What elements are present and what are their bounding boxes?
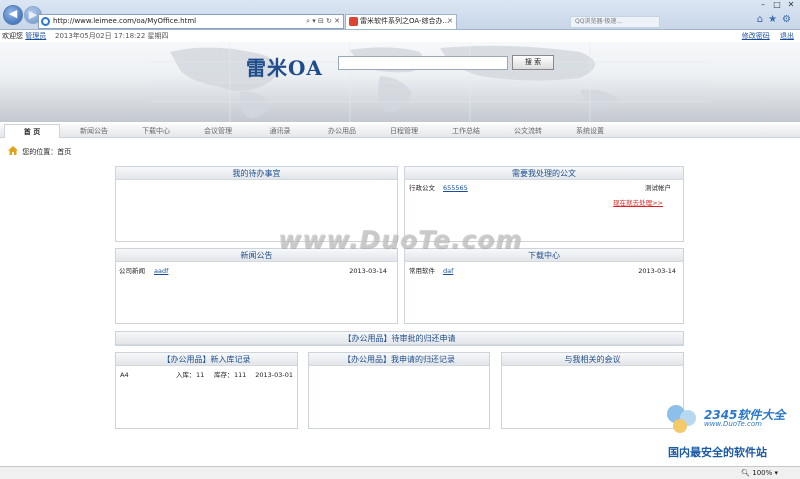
stock-panel-title: 【办公用品】新入库记录 (116, 353, 297, 366)
stock-in-value: 11 (196, 371, 205, 379)
browser-status-bar: 🔍︎ 100% ▾ (0, 466, 800, 479)
stock-item-name: A4 (120, 371, 129, 379)
current-datetime: 2013年05月02日 17:18:22 星期四 (55, 32, 169, 40)
pending-returns-panel: 【办公用品】待审批的归还申请 (115, 331, 684, 346)
address-tools-icon[interactable]: ⌕ ▾ ⊟ ↻ ✕ (306, 15, 340, 28)
location-label: 您的位置： (22, 148, 58, 156)
close-window-icon[interactable]: ✕ (784, 0, 798, 10)
breadcrumb: 您的位置：首页 (8, 146, 71, 157)
favorites-icon[interactable]: ★ (768, 14, 782, 25)
app-logo: 雷米OA (246, 56, 323, 80)
nav-meeting[interactable]: 会议管理 (190, 124, 246, 138)
welcome-area: 欢迎您 管理员 (2, 30, 46, 42)
download-site-badge: 2345软件大全 www.DuoTe.com 国内最安全的软件站 (660, 396, 800, 460)
download-item-link[interactable]: daf (443, 267, 453, 276)
stock-date: 2013-03-01 (255, 371, 293, 379)
minimize-icon[interactable]: – (756, 0, 770, 10)
zoom-level[interactable]: 🔍︎ 100% ▾ (741, 467, 778, 479)
change-password-link[interactable]: 修改密码 (742, 32, 770, 40)
document-owner: 测试帐户 (645, 184, 671, 192)
browser-toolbar-icons: ⌂★⚙ (757, 14, 796, 25)
news-item-link[interactable]: aadf (154, 267, 168, 276)
home-browser-icon[interactable]: ⌂ (757, 14, 768, 25)
news-category: 公司新闻 (119, 267, 145, 275)
tab-close-icon[interactable]: ✕ (447, 15, 453, 28)
stock-label: 库存： (214, 371, 234, 379)
window-controls: – □ ✕ (756, 0, 798, 12)
back-button[interactable]: ◀ (3, 5, 23, 25)
pending-returns-title: 【办公用品】待审批的归还申请 (116, 332, 683, 345)
browser-tab-active[interactable]: 雷米软件系列之OA-综合办... ✕ (345, 14, 457, 29)
zoom-icon: 🔍︎ (741, 469, 750, 477)
location-current: 首页 (57, 148, 72, 156)
settings-gear-icon[interactable]: ⚙ (782, 14, 796, 25)
nav-home[interactable]: 首 页 (4, 124, 60, 138)
home-icon (8, 146, 18, 155)
tab-title: 雷米软件系列之OA-综合办... (360, 17, 450, 25)
stock-in-label: 入库： (176, 371, 196, 379)
balloon-logo-icon (667, 405, 696, 433)
search-button[interactable]: 搜 索 (512, 55, 554, 70)
news-panel: 新闻公告 公司新闻 aadf 2013-03-14 (115, 248, 398, 324)
nav-download[interactable]: 下载中心 (128, 124, 184, 138)
process-now-link[interactable]: 现在就去处理>> (613, 199, 663, 208)
nav-news[interactable]: 新闻公告 (66, 124, 122, 138)
download-date: 2013-03-14 (638, 267, 676, 275)
tab-favicon-icon (349, 17, 358, 26)
my-returns-title: 【办公用品】我申请的归还记录 (309, 353, 489, 366)
document-code-link[interactable]: 655565 (443, 184, 468, 193)
search-input[interactable] (338, 56, 508, 70)
my-returns-panel: 【办公用品】我申请的归还记录 (308, 352, 490, 429)
document-category: 行政公文 (409, 184, 435, 192)
address-bar[interactable]: http://www.leimee.com/oa/MyOffice.html ⌕… (38, 14, 344, 29)
documents-panel-title: 需要我处理的公文 (405, 167, 683, 180)
download-category: 常用软件 (409, 267, 435, 275)
browser-chrome: ◀ ▶ http://www.leimee.com/oa/MyOffice.ht… (0, 0, 800, 30)
ie-icon (41, 17, 50, 26)
user-actions: 修改密码 退出 (734, 30, 794, 42)
nav-system-settings[interactable]: 系统设置 (562, 124, 618, 138)
welcome-text: 欢迎您 (2, 32, 23, 40)
stock-panel: 【办公用品】新入库记录 A4 入库： 11 库存： 111 2013-03-01 (115, 352, 298, 429)
main-nav: 首 页 新闻公告 下载中心 会议管理 通讯录 办公用品 日程管理 工作总结 公文… (0, 124, 800, 138)
nav-work-summary[interactable]: 工作总结 (438, 124, 494, 138)
meetings-title: 与我相关的会议 (502, 353, 683, 366)
nav-schedule[interactable]: 日程管理 (376, 124, 432, 138)
badge-slogan: 国内最安全的软件站 (668, 446, 767, 459)
maximize-icon[interactable]: □ (770, 0, 784, 10)
world-map-graphic (150, 42, 710, 122)
stock-value: 111 (234, 371, 247, 379)
address-url: http://www.leimee.com/oa/MyOffice.html (53, 17, 197, 25)
nav-office-supplies[interactable]: 办公用品 (314, 124, 370, 138)
nav-contacts[interactable]: 通讯录 (252, 124, 308, 138)
username-link[interactable]: 管理员 (25, 32, 46, 40)
download-panel: 下载中心 常用软件 daf 2013-03-14 (404, 248, 684, 324)
user-bar: 欢迎您 管理员 2013年05月02日 17:18:22 星期四 修改密码 退出 (0, 30, 800, 42)
meetings-panel: 与我相关的会议 (501, 352, 684, 429)
nav-documents[interactable]: 公文流转 (500, 124, 556, 138)
duote-watermark: www.DuoTe.com (278, 225, 523, 254)
logout-link[interactable]: 退出 (780, 32, 794, 40)
browser-tab-extra[interactable]: QQ浏览器·极速... (570, 16, 660, 28)
zoom-value: 100% (752, 469, 773, 477)
todo-panel-title: 我的待办事宜 (116, 167, 397, 180)
badge-site: www.DuoTe.com (704, 420, 762, 428)
header-banner: 雷米OA 搜 索 (0, 42, 800, 122)
news-date: 2013-03-14 (349, 267, 387, 275)
